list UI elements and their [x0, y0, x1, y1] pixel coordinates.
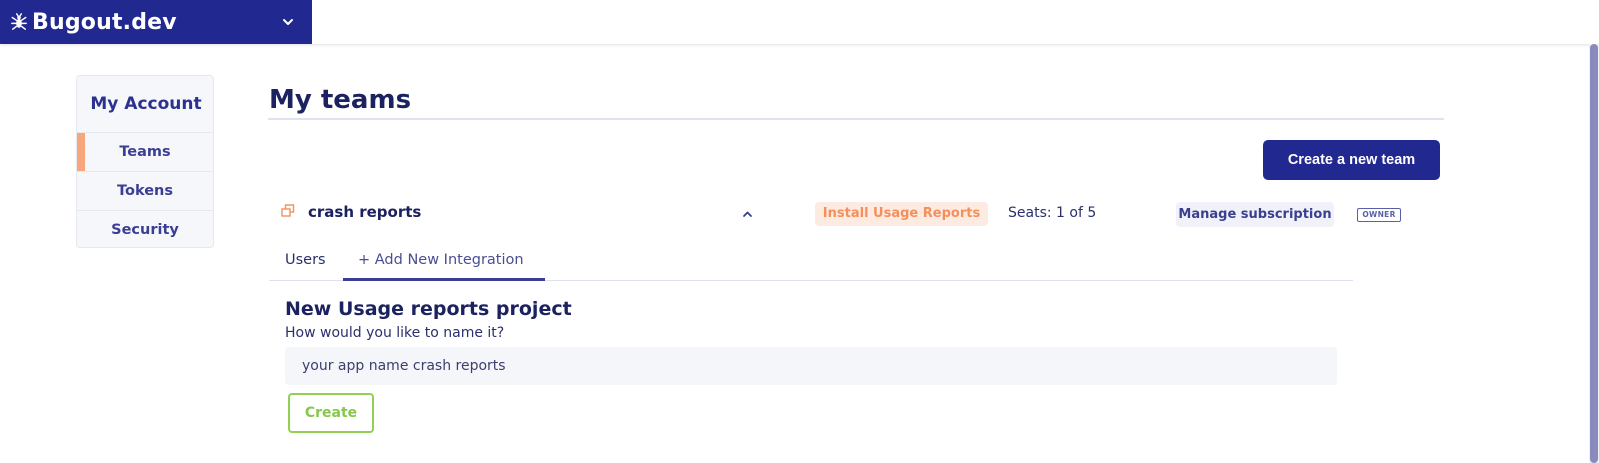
create-project-button[interactable]: Create	[288, 393, 374, 433]
tab-users[interactable]: Users	[285, 249, 326, 281]
chevron-down-icon[interactable]	[281, 15, 295, 29]
tab-add-integration[interactable]: + Add New Integration	[358, 249, 524, 281]
form-title: New Usage reports project	[285, 298, 572, 320]
scrollbar-thumb[interactable]	[1590, 44, 1598, 463]
manage-subscription-button[interactable]: Manage subscription	[1176, 202, 1334, 227]
brand-name: Bugout.dev	[32, 9, 177, 35]
chevron-up-icon[interactable]	[741, 208, 754, 220]
sidebar-item-label: Security	[111, 222, 179, 238]
sidebar-item-security[interactable]: Security	[77, 210, 213, 249]
top-bar: Bugout.dev	[0, 0, 1599, 44]
seats-count: Seats: 1 of 5	[1008, 205, 1097, 221]
brand-menu[interactable]: Bugout.dev	[0, 0, 312, 44]
role-badge: OWNER	[1357, 208, 1401, 222]
sidebar-title: My Account	[90, 94, 202, 114]
account-sidebar: My Account Teams Tokens Security	[76, 75, 214, 248]
create-team-button[interactable]: Create a new team	[1263, 140, 1440, 180]
title-divider	[268, 118, 1444, 120]
sidebar-item-label: Tokens	[117, 183, 173, 199]
page-scrollbar[interactable]	[1589, 44, 1599, 463]
team-name: crash reports	[308, 203, 422, 221]
tab-label: Users	[285, 252, 326, 268]
form-prompt: How would you like to name it?	[285, 325, 505, 341]
project-name-input[interactable]	[285, 347, 1337, 385]
bug-icon	[11, 13, 27, 30]
sidebar-item-label: Teams	[119, 144, 171, 160]
page-title: My teams	[269, 85, 412, 115]
active-tab-indicator	[343, 278, 545, 281]
install-usage-reports-button[interactable]: Install Usage Reports	[815, 202, 988, 226]
sidebar-item-tokens[interactable]: Tokens	[77, 171, 213, 210]
team-copy-icon	[281, 204, 295, 217]
tab-label: + Add New Integration	[358, 252, 524, 268]
sidebar-item-teams[interactable]: Teams	[77, 132, 213, 172]
